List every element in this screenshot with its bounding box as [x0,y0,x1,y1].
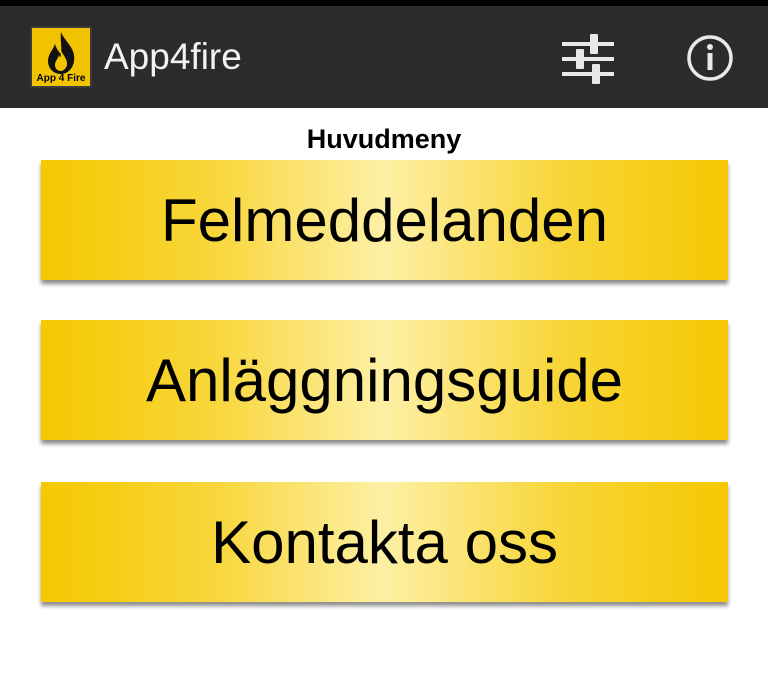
info-button[interactable] [680,28,740,88]
kontakta-oss-button[interactable]: Kontakta oss [41,482,728,602]
sliders-icon [562,34,614,84]
screen-title: Huvudmeny [306,124,462,154]
app-logo[interactable]: App 4 Fire [30,26,92,88]
felmeddelanden-button[interactable]: Felmeddelanden [41,160,728,280]
action-bar: App 4 Fire App4fire [0,6,768,108]
info-icon [687,35,733,81]
anlaggningsguide-button[interactable]: Anläggningsguide [41,320,728,440]
logo-text: App 4 Fire [36,73,86,84]
settings-button[interactable] [558,28,618,88]
app-title: App4fire [104,36,242,77]
